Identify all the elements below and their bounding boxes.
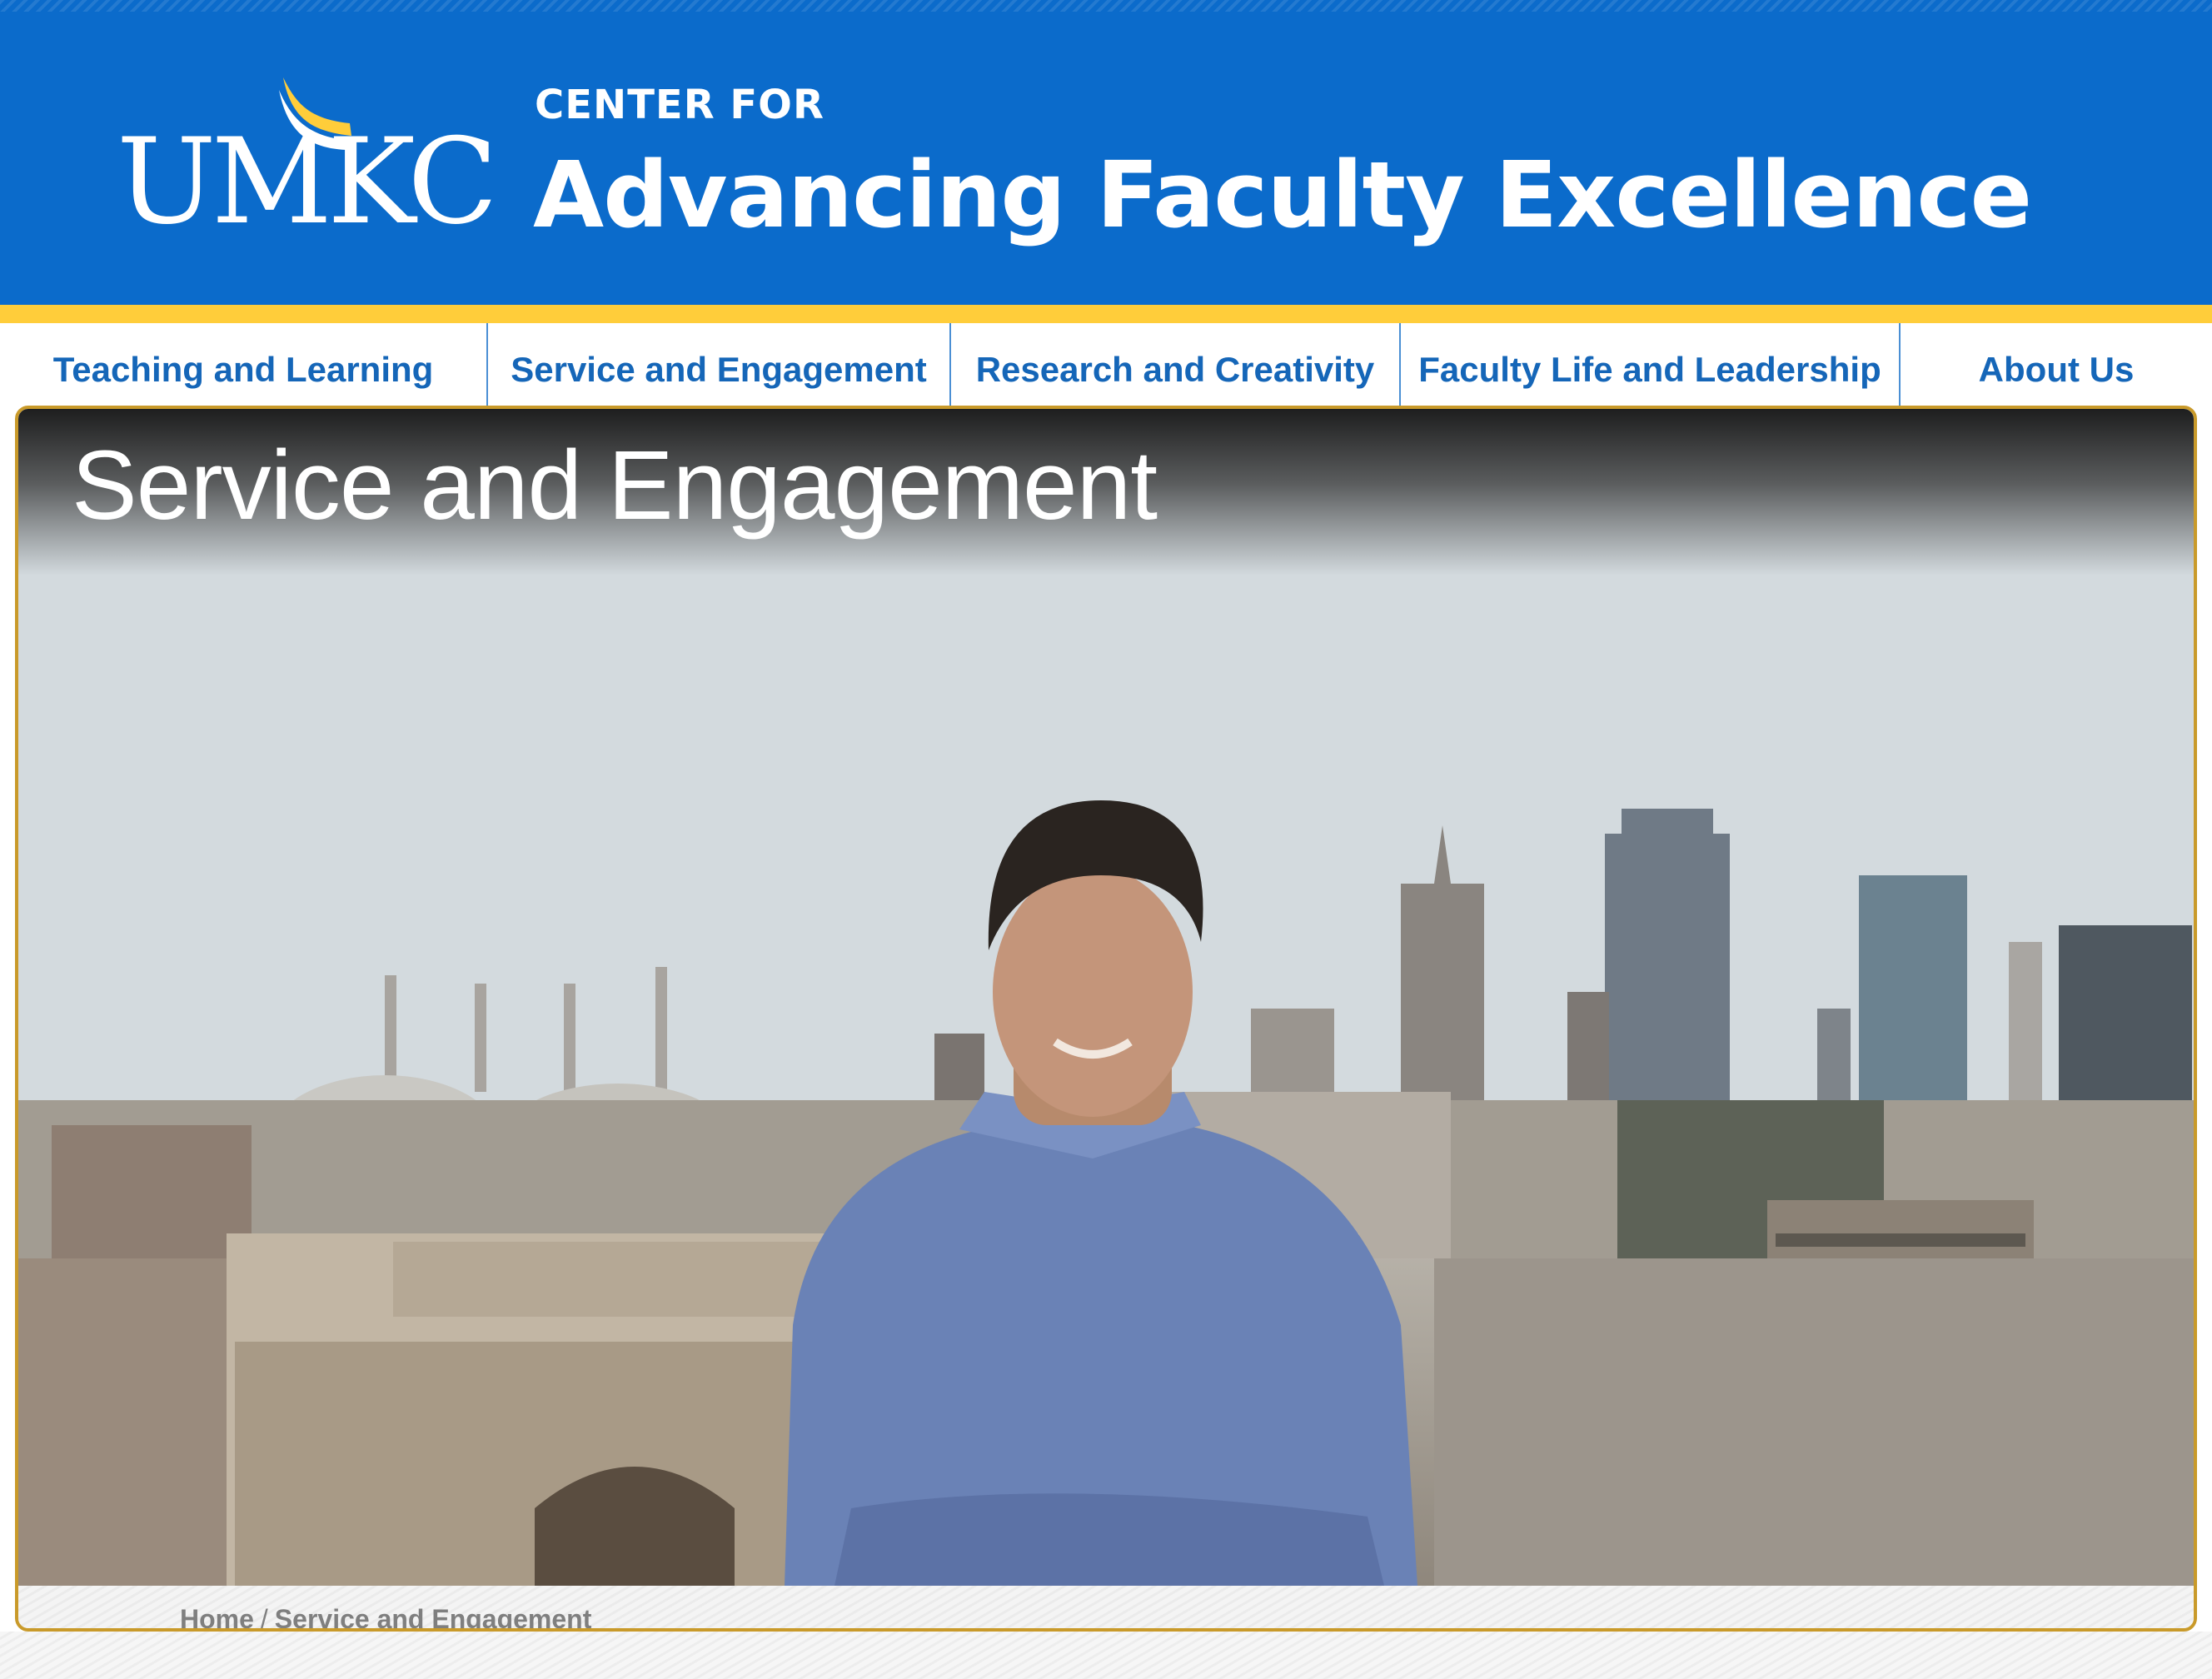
- skyline-photo: [18, 409, 2194, 1586]
- hero-image: [18, 409, 2194, 1586]
- site-title[interactable]: Advancing Faculty Excellence: [533, 142, 2032, 248]
- hero-banner: Service and Engagement Home / Service and …: [15, 406, 2197, 1632]
- breadcrumb-separator: /: [260, 1604, 268, 1632]
- site-header: UMKC CENTER FOR Advancing Faculty Excell…: [0, 0, 2212, 305]
- umkc-logo[interactable]: UMKC: [117, 73, 498, 242]
- nav-item-faculty-life-and-leadership[interactable]: Faculty Life and Leadership: [1401, 323, 1901, 416]
- nav-item-teaching-and-learning[interactable]: Teaching and Learning: [0, 323, 488, 416]
- page-background-stripes: [0, 1632, 2212, 1679]
- nav-item-about-us[interactable]: About Us: [1901, 323, 2212, 416]
- main-navigation: Teaching and Learning Service and Engage…: [0, 323, 2212, 416]
- breadcrumb-bar: Home / Service and Engagement: [18, 1586, 2194, 1632]
- breadcrumb-current: Service and Engagement: [274, 1604, 592, 1632]
- breadcrumb-home-link[interactable]: Home: [180, 1604, 254, 1628]
- nav-item-service-and-engagement[interactable]: Service and Engagement: [488, 323, 951, 416]
- page-title: Service and Engagement: [72, 431, 1158, 541]
- header-stripes: [0, 0, 2212, 12]
- breadcrumb: Home / Service and Engagement: [180, 1604, 592, 1632]
- nav-item-research-and-creativity[interactable]: Research and Creativity: [951, 323, 1401, 416]
- site-kicker: CENTER FOR: [535, 82, 825, 128]
- logo-wordmark: UMKC: [117, 113, 498, 251]
- gold-divider: [0, 305, 2212, 323]
